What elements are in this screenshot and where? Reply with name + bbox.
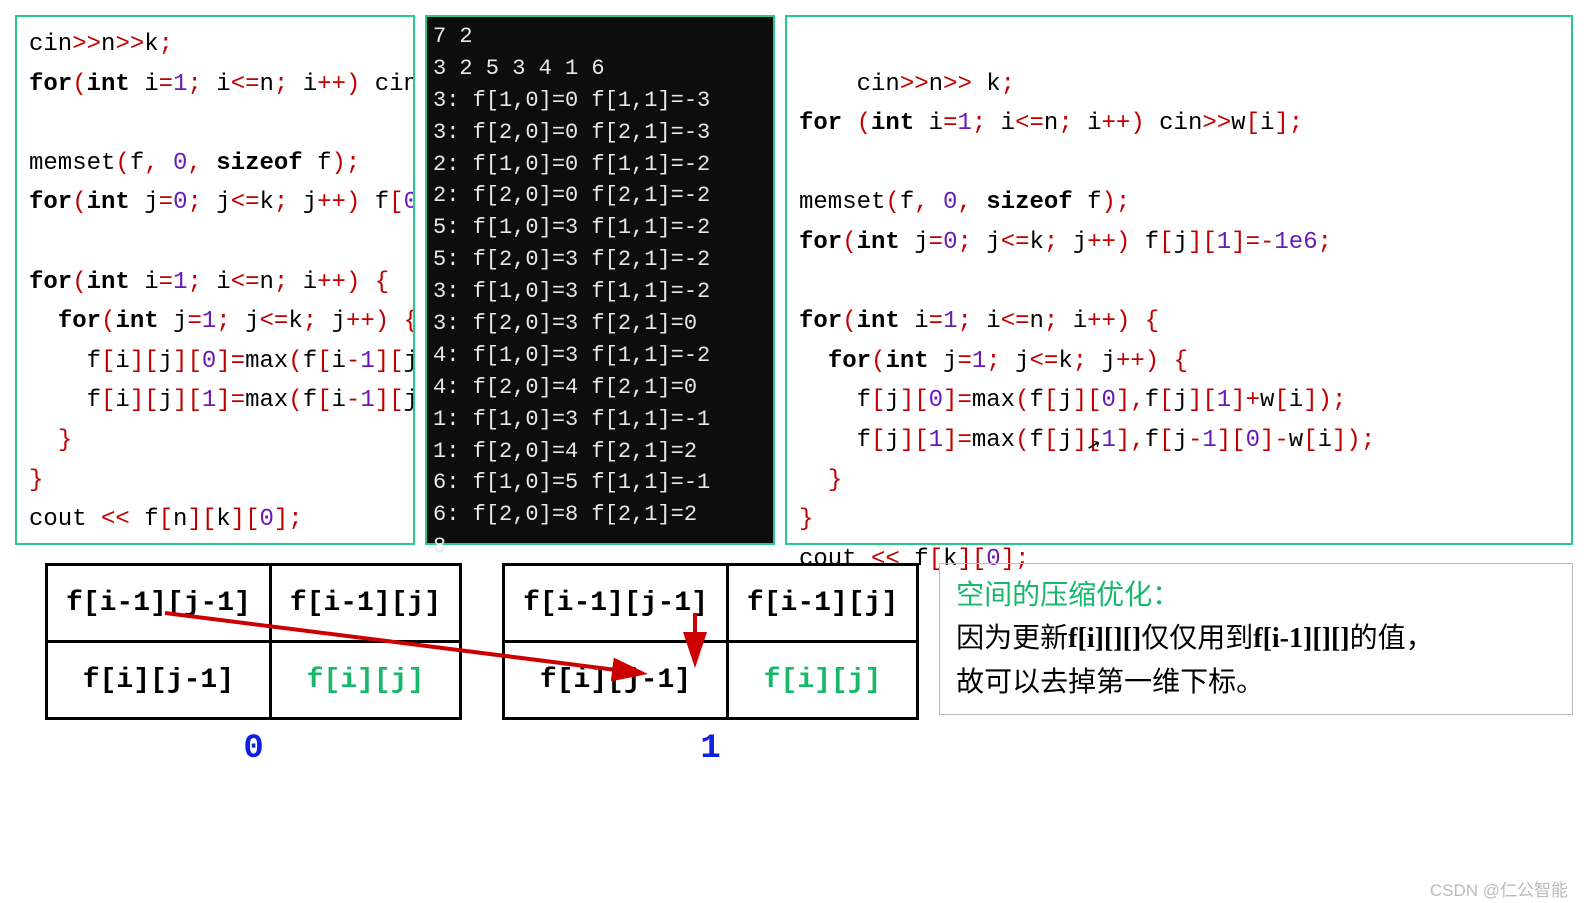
grid-0-label: 0 [45,730,462,768]
g0-c00: f[i-1][j-1] [47,565,271,642]
g1-c10: f[i][j-1] [504,642,728,719]
right-code-panel: cin>>n>> k; for (int i=1; i<=n; i++) cin… [785,15,1573,545]
explanation-box: 空间的压缩优化： 因为更新f[i][][]仅仅用到f[i-1][][]的值， 故… [939,563,1573,715]
g0-c01: f[i-1][j] [270,565,460,642]
grid-1-wrap: f[i-1][j-1] f[i-1][j] f[i][j-1] f[i][j] … [502,563,919,768]
expl-title: 空间的压缩优化： [956,580,1180,611]
top-row: cin>>n>>k; for(int i=1; i<=n; i++) cin> … [15,15,1573,545]
right-code-body: cin>>n>> k; for (int i=1; i<=n; i++) cin… [799,71,1375,573]
g0-c10: f[i][j-1] [47,642,271,719]
left-code-panel: cin>>n>>k; for(int i=1; i<=n; i++) cin> … [15,15,415,545]
g1-c11: f[i][j] [727,642,917,719]
grid-1: f[i-1][j-1] f[i-1][j] f[i][j-1] f[i][j] [502,563,919,720]
grid-0-wrap: f[i-1][j-1] f[i-1][j] f[i][j-1] f[i][j] … [45,563,462,768]
expl-l2: 故可以去掉第一维下标。 [956,667,1264,698]
grid-0: f[i-1][j-1] f[i-1][j] f[i][j-1] f[i][j] [45,563,462,720]
expl-l1e: 的值， [1350,623,1434,654]
g1-c01: f[i-1][j] [727,565,917,642]
expl-l1b: f[i][][] [1068,623,1141,654]
expl-l1d: f[i-1][][] [1253,623,1349,654]
g0-c11: f[i][j] [270,642,460,719]
expl-l1c: 仅仅用到 [1141,623,1253,654]
grid-1-label: 1 [502,730,919,768]
terminal-output: 7 2 3 2 5 3 4 1 6 3: f[1,0]=0 f[1,1]=-3 … [425,15,775,545]
g1-c00: f[i-1][j-1] [504,565,728,642]
expl-l1a: 因为更新 [956,623,1068,654]
bottom-row: f[i-1][j-1] f[i-1][j] f[i][j-1] f[i][j] … [15,563,1573,768]
watermark: CSDN @仁公智能 [1430,876,1568,901]
